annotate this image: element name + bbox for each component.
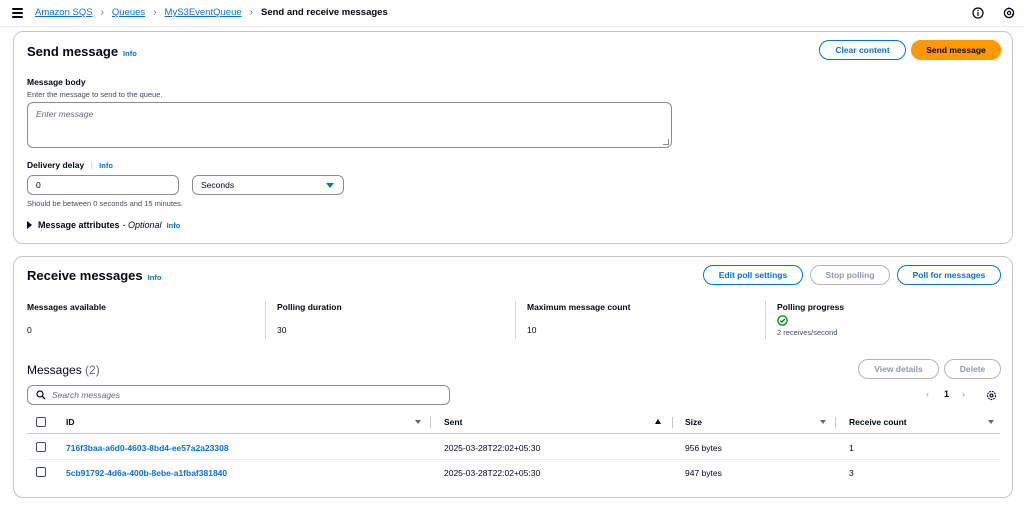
message-receive-count: 3 <box>849 468 854 478</box>
chevron-right-icon: › <box>249 7 253 18</box>
column-header-id[interactable]: ID <box>66 417 75 427</box>
edit-poll-settings-button[interactable]: Edit poll settings <box>703 265 803 285</box>
messages-heading: Messages (2) <box>27 363 100 377</box>
delivery-delay-info-link[interactable]: Info <box>99 161 113 170</box>
message-id-link[interactable]: 5cb91792-4d6a-400b-8ebe-a1fbaf381840 <box>66 468 227 478</box>
column-header-sent[interactable]: Sent <box>444 417 462 427</box>
send-message-heading: Send message Info <box>27 44 137 59</box>
message-body-label: Message body <box>27 77 86 87</box>
breadcrumb-queues[interactable]: Queues <box>112 7 145 18</box>
message-receive-count: 1 <box>849 443 854 453</box>
resize-handle-icon[interactable] <box>663 139 669 145</box>
view-details-button[interactable]: View details <box>858 359 939 379</box>
clear-content-button[interactable]: Clear content <box>819 40 906 60</box>
divider <box>265 301 266 339</box>
top-navigation: Amazon SQS › Queues › MyS3EventQueue › S… <box>0 0 1024 27</box>
check-circle-icon <box>777 315 788 326</box>
gear-icon[interactable] <box>1003 7 1015 19</box>
poll-for-messages-button[interactable]: Poll for messages <box>897 265 1001 285</box>
message-body-input[interactable]: Enter message <box>27 102 672 148</box>
delete-button[interactable]: Delete <box>944 359 1001 379</box>
row-checkbox[interactable] <box>36 467 46 477</box>
message-size: 956 bytes <box>685 443 722 453</box>
sort-caret-down-icon[interactable] <box>820 420 826 424</box>
sort-caret-up-icon[interactable] <box>655 419 661 424</box>
stat-maximum-message-count: Maximum message count 10 <box>527 302 631 335</box>
chevron-right-icon: › <box>100 7 104 18</box>
message-body-description: Enter the message to send to the queue. <box>27 90 163 99</box>
receive-info-link[interactable]: Info <box>148 273 162 282</box>
sort-caret-down-icon[interactable] <box>988 420 994 424</box>
menu-icon[interactable] <box>12 8 23 18</box>
send-message-panel: Send message Info Clear content Send mess… <box>13 31 1013 244</box>
column-header-receive-count[interactable]: Receive count <box>849 417 907 427</box>
divider <box>515 301 516 339</box>
pagination-next-icon[interactable]: › <box>962 389 965 399</box>
send-info-link[interactable]: Info <box>123 49 137 58</box>
column-divider[interactable] <box>430 417 431 428</box>
caret-right-icon <box>27 221 32 229</box>
stat-polling-progress: Polling progress 2 receives/second <box>777 302 845 337</box>
send-message-button[interactable]: Send message <box>911 40 1001 60</box>
chevron-right-icon: › <box>153 7 157 18</box>
row-checkbox[interactable] <box>36 442 46 452</box>
caret-down-icon <box>326 183 334 188</box>
column-header-size[interactable]: Size <box>685 417 702 427</box>
breadcrumb-current: Send and receive messages <box>260 7 388 18</box>
divider <box>765 301 766 339</box>
message-attributes-info-link[interactable]: Info <box>167 221 181 230</box>
search-icon <box>36 390 46 400</box>
stat-polling-duration: Polling duration 30 <box>277 302 342 335</box>
messages-table-header: ID Sent Size Receive count <box>27 411 1000 434</box>
message-id-link[interactable]: 716f3baa-a6d0-4603-8bd4-ee57a2a23308 <box>66 443 229 453</box>
breadcrumb-amazon-sqs[interactable]: Amazon SQS <box>35 7 93 18</box>
delivery-delay-label: Delivery delay | Info <box>27 160 113 170</box>
search-messages-input[interactable]: Search messages <box>27 385 450 405</box>
delivery-delay-input[interactable]: 0 <box>27 175 179 195</box>
stop-polling-button[interactable]: Stop polling <box>810 265 890 285</box>
receive-messages-heading: Receive messages Info <box>27 268 162 283</box>
table-row[interactable]: 716f3baa-a6d0-4603-8bd4-ee57a2a23308 202… <box>27 435 1000 460</box>
column-divider[interactable] <box>835 417 836 428</box>
message-sent: 2025-03-28T22:02+05:30 <box>444 468 541 478</box>
table-row[interactable]: 5cb91792-4d6a-400b-8ebe-a1fbaf381840 202… <box>27 460 1000 485</box>
receive-messages-panel: Receive messages Info Edit poll settings … <box>13 256 1013 498</box>
breadcrumb: Amazon SQS › Queues › MyS3EventQueue › S… <box>35 7 388 18</box>
pagination-page[interactable]: 1 <box>944 389 949 399</box>
delay-unit-select[interactable]: Seconds <box>192 175 344 195</box>
pagination-previous-icon[interactable]: ‹ <box>926 389 929 399</box>
sort-caret-down-icon[interactable] <box>415 420 421 424</box>
stat-messages-available: Messages available 0 <box>27 302 106 335</box>
info-icon[interactable] <box>972 7 984 19</box>
message-size: 947 bytes <box>685 468 722 478</box>
delivery-delay-hint: Should be between 0 seconds and 15 minut… <box>27 199 183 208</box>
select-all-checkbox[interactable] <box>36 417 46 427</box>
message-body-placeholder: Enter message <box>36 109 94 119</box>
settings-icon[interactable] <box>986 390 997 401</box>
message-sent: 2025-03-28T22:02+05:30 <box>444 443 541 453</box>
breadcrumb-queue[interactable]: MyS3EventQueue <box>165 7 242 18</box>
message-attributes-toggle[interactable]: Message attributes - Optional Info <box>27 220 180 230</box>
column-divider[interactable] <box>672 417 673 428</box>
